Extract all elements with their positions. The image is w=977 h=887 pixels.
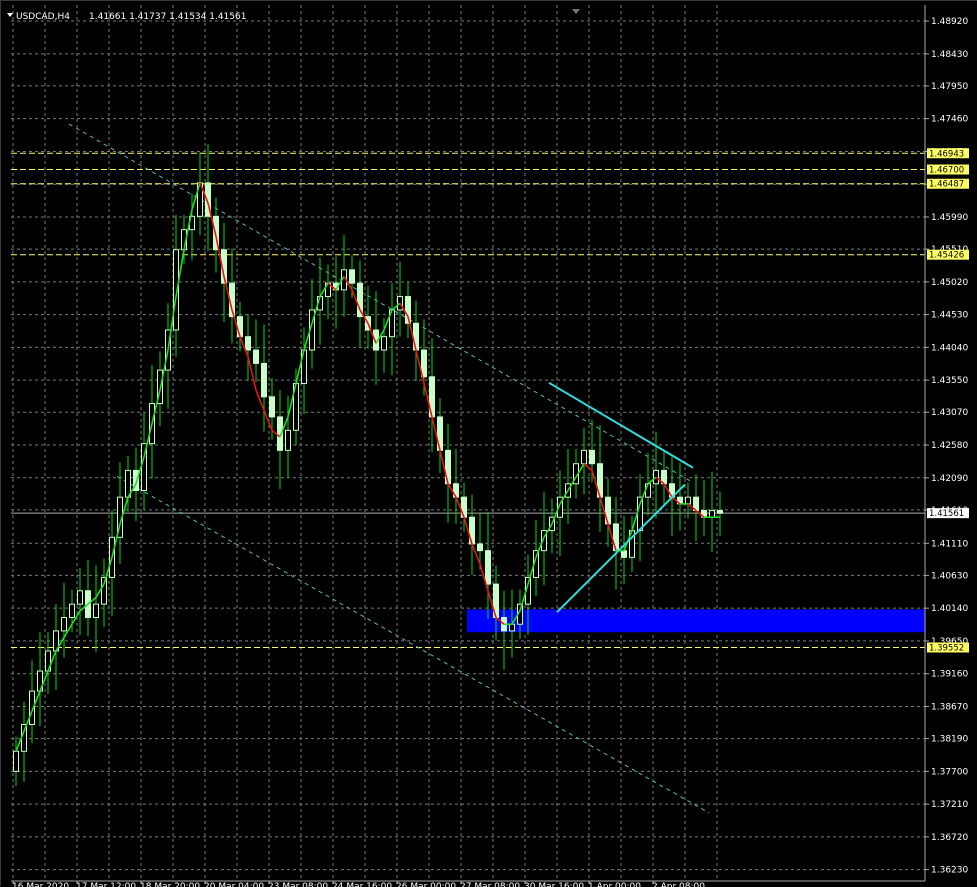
bull-candle bbox=[77, 590, 83, 605]
symbol-timeframe: USDCAD,H4 bbox=[16, 12, 70, 22]
bull-candle bbox=[581, 449, 587, 465]
time-tick-label: 27 Mar 08:00 bbox=[460, 882, 520, 887]
bull-candle bbox=[93, 603, 99, 619]
price-tick-label: 1.47460 bbox=[931, 115, 968, 125]
bear-candle bbox=[589, 449, 595, 465]
bear-candle bbox=[237, 316, 243, 338]
price-tick-label: 1.40630 bbox=[931, 571, 968, 581]
price-tick-label: 1.36230 bbox=[931, 866, 968, 876]
bull-candle bbox=[285, 429, 291, 451]
time-tick-label: 20 Mar 04:00 bbox=[204, 882, 264, 887]
price-tick-label: 1.38190 bbox=[931, 735, 968, 745]
bear-candle bbox=[269, 396, 275, 418]
bull-candle bbox=[13, 750, 19, 772]
price-tick-label: 1.41110 bbox=[931, 539, 968, 549]
chart-window[interactable]: 1.489201.484301.479501.474601.469701.464… bbox=[0, 0, 977, 887]
time-tick-label: 1 Apr 00:00 bbox=[588, 882, 641, 887]
price-tick-label: 1.42580 bbox=[931, 441, 968, 451]
bear-candle bbox=[621, 550, 627, 558]
level-price-tag-label: 1.46700 bbox=[929, 166, 964, 176]
price-tick-label: 1.39160 bbox=[931, 670, 968, 680]
price-tick-label: 1.48430 bbox=[931, 50, 968, 60]
bear-candle bbox=[477, 543, 483, 552]
price-tick-label: 1.43550 bbox=[931, 376, 968, 386]
time-tick-label: 23 Mar 08:00 bbox=[268, 882, 328, 887]
level-price-tag-label: 1.45426 bbox=[929, 251, 964, 261]
level-price-tag-label: 1.39552 bbox=[929, 643, 964, 653]
price-tick-label: 1.44530 bbox=[931, 311, 968, 321]
price-tick-label: 1.43070 bbox=[931, 408, 968, 418]
bear-candle bbox=[261, 362, 267, 398]
price-tick-label: 1.45020 bbox=[931, 278, 968, 288]
support-zone-rect[interactable] bbox=[467, 609, 925, 633]
bull-candle bbox=[69, 603, 75, 619]
time-tick-label: 18 Mar 20:00 bbox=[140, 882, 200, 887]
level-price-tag-label: 1.46943 bbox=[929, 149, 964, 159]
ohlc-values: 1.41661 1.41737 1.41534 1.41561 bbox=[89, 12, 246, 22]
price-tick-label: 1.42090 bbox=[931, 474, 968, 484]
level-price-tag-label: 1.46487 bbox=[929, 180, 964, 190]
chart-header: USDCAD,H4 1.41661 1.41737 1.41534 1.4156… bbox=[7, 12, 246, 22]
time-tick-label: 2 Apr 08:00 bbox=[652, 882, 705, 887]
bull-candle bbox=[61, 617, 67, 632]
time-tick-label: 17 Mar 12:00 bbox=[76, 882, 136, 887]
price-tick-label: 1.37700 bbox=[931, 767, 968, 777]
bear-candle bbox=[485, 550, 491, 585]
bear-candle bbox=[245, 336, 251, 351]
time-tick-label: 26 Mar 00:00 bbox=[396, 882, 456, 887]
current-price-tag-label: 1.41561 bbox=[929, 509, 964, 519]
price-tick-label: 1.48920 bbox=[931, 17, 968, 27]
bear-candle bbox=[349, 269, 355, 284]
bull-candle bbox=[685, 496, 691, 505]
bull-candle bbox=[381, 336, 387, 351]
time-tick-label: 16 Mar 2020 bbox=[12, 882, 69, 887]
bull-candle bbox=[709, 510, 715, 518]
price-chart[interactable]: 1.489201.484301.479501.474601.469701.464… bbox=[1, 1, 977, 887]
bull-candle bbox=[509, 623, 515, 632]
bear-candle bbox=[717, 510, 723, 514]
price-tick-label: 1.47950 bbox=[931, 82, 968, 92]
support-zone[interactable] bbox=[467, 609, 925, 633]
price-tick-label: 1.36720 bbox=[931, 833, 968, 843]
time-tick-label: 30 Mar 16:00 bbox=[524, 882, 584, 887]
time-tick-label: 24 Mar 16:00 bbox=[332, 882, 392, 887]
price-tick-label: 1.40140 bbox=[931, 604, 968, 614]
price-tick-label: 1.37210 bbox=[931, 800, 968, 810]
price-tick-label: 1.44040 bbox=[931, 343, 968, 353]
price-tick-label: 1.45990 bbox=[931, 213, 968, 223]
bear-candle bbox=[253, 349, 259, 364]
price-tick-label: 1.38670 bbox=[931, 702, 968, 712]
